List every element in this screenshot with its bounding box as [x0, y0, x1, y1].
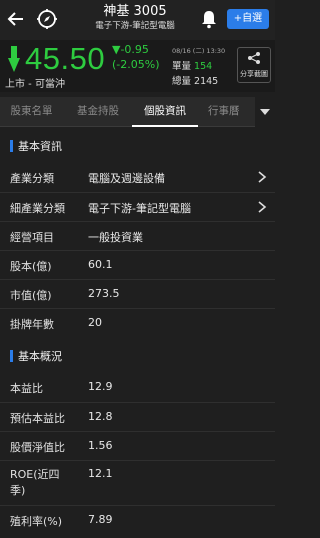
total-volume: 總量 2145: [172, 73, 218, 87]
row-market-cap: 市值(億) 273.5: [0, 279, 275, 308]
down-arrow-icon: [8, 58, 20, 72]
row-label: 市值(億): [10, 289, 52, 302]
share-label: 分享截圖: [240, 70, 268, 78]
row-industry[interactable]: 產業分類 電腦及週邊設備: [0, 163, 275, 192]
row-label: 經營項目: [10, 231, 54, 244]
row-value: 60.1: [88, 258, 113, 271]
row-value: 273.5: [88, 287, 120, 300]
add-watchlist-button[interactable]: +自選: [227, 9, 269, 29]
share-icon: [248, 52, 260, 64]
section-basic-overview: 基本概況: [0, 343, 275, 369]
row-listing-years: 掛牌年數 20: [0, 308, 275, 337]
arrow-stem: [11, 46, 17, 58]
total-volume-label: 總量: [172, 76, 192, 87]
price: 45.50: [25, 41, 106, 76]
row-label: 預估本益比: [10, 412, 65, 425]
market-type: 上市 - 可當沖: [5, 79, 65, 90]
stock-name: 神基 3005: [103, 4, 167, 19]
row-sub-industry[interactable]: 細產業分類 電子下游-筆記型電腦: [0, 192, 275, 221]
single-volume: 單量 154: [172, 58, 212, 72]
row-value: 7.89: [88, 513, 113, 526]
tab-stock-info[interactable]: 個股資訊: [132, 97, 198, 127]
row-value: 12.1: [88, 467, 113, 480]
stock-title: 神基 3005 電子下游-筆記型電腦: [70, 4, 200, 32]
section-title: 基本概況: [18, 350, 62, 363]
row-value: 12.9: [88, 380, 113, 393]
row-label: ROE(近四季): [10, 468, 60, 497]
section-marker: [10, 350, 13, 362]
tab-calendar[interactable]: 行事曆: [200, 97, 256, 127]
row-yield: 殖利率(%) 7.89: [0, 505, 275, 534]
tab-more-button[interactable]: [255, 97, 275, 127]
row-label: 細產業分類: [10, 202, 65, 215]
row-value: 1.56: [88, 439, 113, 452]
price-change-percent: (-2.05%): [112, 58, 160, 71]
stock-industry: 電子下游-筆記型電腦: [95, 21, 175, 31]
tab-bar: 股東名單 基金持股 個股資訊 行事曆: [0, 97, 275, 127]
single-volume-label: 單量: [172, 61, 192, 72]
row-label: 本益比: [10, 382, 43, 395]
chevron-right-icon: [258, 201, 267, 213]
row-label: 掛牌年數: [10, 318, 54, 331]
row-value: 12.8: [88, 410, 113, 423]
row-label: 股價淨值比: [10, 441, 65, 454]
row-pe: 本益比 12.9: [0, 373, 275, 402]
compass-icon[interactable]: [36, 8, 58, 30]
chevron-right-icon: [258, 171, 267, 183]
quote-time: 08/16 (二) 13:30: [172, 47, 226, 55]
price-change: ▼-0.95: [112, 43, 149, 56]
bell-icon[interactable]: [200, 9, 218, 29]
share-screenshot-button[interactable]: 分享截圖: [237, 47, 271, 83]
row-value: 一般投資業: [88, 231, 143, 244]
row-capital: 股本(億) 60.1: [0, 250, 275, 279]
row-label: 殖利率(%): [10, 515, 63, 528]
total-volume-value: 2145: [194, 76, 219, 87]
row-forward-pe: 預估本益比 12.8: [0, 402, 275, 431]
row-value: 20: [88, 316, 102, 329]
back-arrow-icon[interactable]: [6, 9, 26, 29]
row-business: 經營項目 一般投資業: [0, 221, 275, 250]
top-bar: 神基 3005 電子下游-筆記型電腦 +自選: [0, 0, 275, 40]
row-pb: 股價淨值比 1.56: [0, 431, 275, 460]
section-marker: [10, 140, 13, 152]
tab-fund-holdings[interactable]: 基金持股: [66, 97, 130, 127]
tab-shareholders[interactable]: 股東名單: [0, 97, 63, 127]
quote-panel: 45.50 ▼-0.95 (-2.05%) 上市 - 可當沖 08/16 (二)…: [0, 40, 275, 92]
row-value: 電子下游-筆記型電腦: [88, 202, 191, 215]
row-label: 股本(億): [10, 260, 52, 273]
row-label: 產業分類: [10, 172, 54, 185]
section-title: 基本資訊: [18, 140, 62, 153]
single-volume-value: 154: [194, 61, 213, 72]
row-value: 電腦及週邊設備: [88, 172, 165, 185]
row-roe: ROE(近四季) 12.1: [0, 460, 275, 502]
dropdown-triangle-icon: [260, 109, 270, 115]
section-basic-info: 基本資訊: [0, 133, 275, 159]
